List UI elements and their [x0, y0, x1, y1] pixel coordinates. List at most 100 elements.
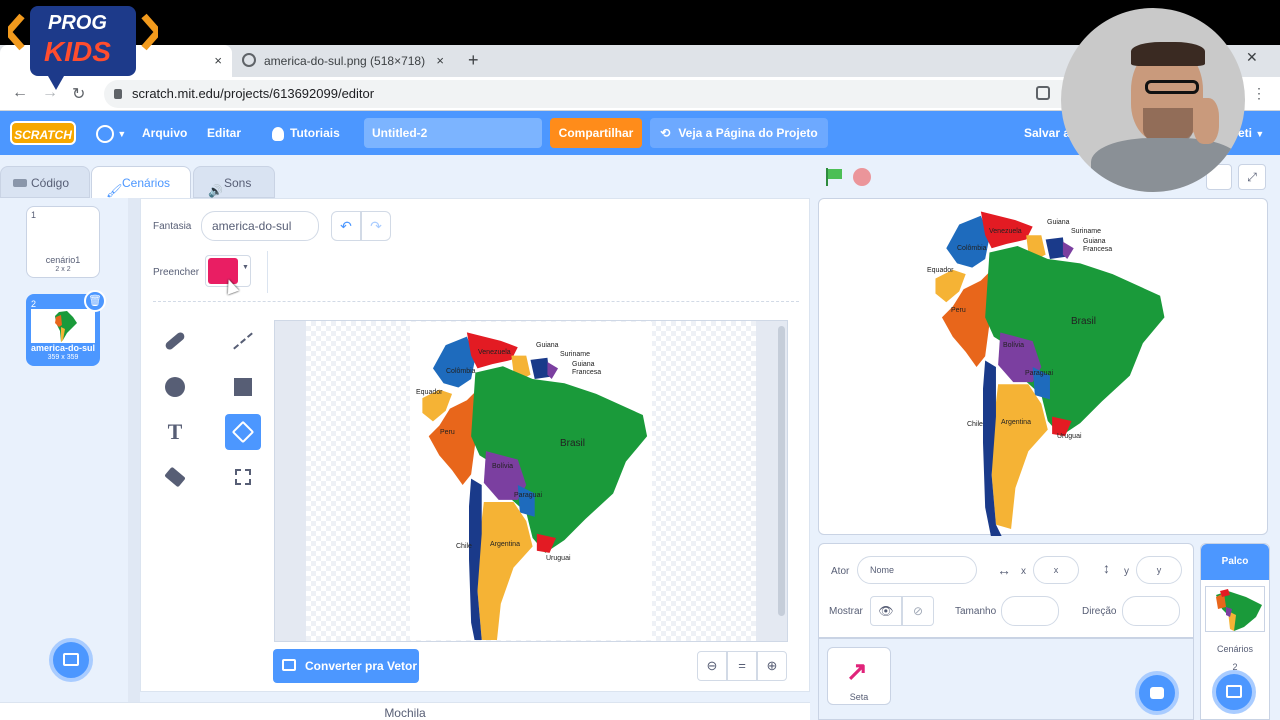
logo-line-1: PROG — [48, 12, 107, 34]
map-label-paraguai: Paraguai — [514, 492, 542, 499]
paint-bucket-icon — [231, 420, 255, 444]
circle-tool[interactable] — [157, 369, 193, 405]
sprite-label: Ator — [831, 566, 850, 577]
brush-tool[interactable] — [157, 323, 193, 359]
zoom-in-button[interactable]: ⊕ — [757, 651, 787, 681]
show-hidden-button[interactable]: ⊘ — [902, 596, 934, 626]
select-icon — [235, 469, 251, 485]
stage-map: Venezuela Colômbia Guiana Suriname Guian… — [927, 211, 1165, 536]
tab-sounds[interactable]: 🔊 Sons — [193, 166, 275, 198]
cat-icon — [1150, 687, 1164, 699]
canvas-scrollbar[interactable] — [778, 326, 785, 616]
size-input[interactable] — [1001, 596, 1059, 626]
rectangle-tool[interactable] — [225, 369, 261, 405]
image-icon — [282, 659, 296, 671]
stage[interactable]: Venezuela Colômbia Guiana Suriname Guian… — [818, 198, 1268, 536]
presenter-glasses — [1145, 80, 1199, 94]
fill-label: Preencher — [153, 267, 200, 278]
eraser-icon — [164, 466, 186, 488]
scratch-logo[interactable]: SCRATCH — [10, 121, 76, 145]
backdrop-thumbnail — [31, 309, 95, 343]
rectangle-icon — [234, 378, 252, 396]
map-label-venezuela: Venezuela — [478, 349, 511, 356]
costume-name-input[interactable]: america-do-sul — [201, 211, 319, 241]
caret-down-icon: ▼ — [242, 264, 249, 271]
window-close-icon[interactable]: ✕ — [1246, 49, 1258, 66]
map-label-uruguai: Uruguai — [546, 555, 571, 562]
map-label-colombia: Colômbia — [446, 368, 476, 375]
add-stage-backdrop-button[interactable] — [1212, 670, 1256, 714]
new-tab-button[interactable]: + — [468, 50, 479, 71]
image-icon — [1226, 685, 1242, 698]
map-label-chile: Chile — [456, 543, 472, 550]
direction-label: Direção — [1082, 606, 1117, 617]
browser-menu-icon[interactable]: ⋮ — [1252, 85, 1266, 102]
green-flag-icon[interactable] — [824, 168, 842, 186]
map-label-bolivia: Bolívia — [492, 463, 513, 470]
chevron-down-icon: ▼ — [1255, 129, 1265, 139]
sprite-info-panel: Ator Nome ↔ x x ↕ y y Mostrar 👁 ⊘ Tamanh… — [818, 543, 1194, 638]
webcam-overlay — [1061, 8, 1245, 192]
eraser-tool[interactable] — [157, 459, 193, 495]
convert-label: Converter pra Vetor — [305, 659, 418, 673]
share-page-icon[interactable] — [1036, 86, 1050, 100]
url-text: scratch.mit.edu/projects/613692099/edito… — [132, 86, 375, 101]
tab-costumes[interactable]: 🖌 Cenários — [91, 166, 191, 198]
stage-label-venezuela: Venezuela — [989, 228, 1022, 235]
text-tool[interactable]: T — [157, 414, 193, 450]
backpack-bar[interactable]: Mochila — [0, 702, 810, 720]
undo-button[interactable]: ↶ — [331, 211, 361, 241]
backdrop-list: 1 cenário1 2 x 2 2 america-do-sul 359 x … — [0, 198, 128, 704]
stage-label-equador: Equador — [927, 267, 954, 274]
stage-label-brasil: Brasil — [1071, 316, 1096, 327]
list-scrollbar[interactable] — [128, 198, 140, 704]
tab-sounds-label: Sons — [224, 176, 252, 190]
vertical-arrows-icon: ↕ — [1103, 560, 1110, 576]
stage-panel-header: Palco — [1201, 544, 1269, 580]
zoom-out-button[interactable]: ⊖ — [697, 651, 727, 681]
presenter-shirt — [1091, 138, 1241, 192]
fill-tool-active[interactable] — [225, 414, 261, 450]
menu-editar[interactable]: Editar — [207, 111, 241, 155]
convert-to-vector-button[interactable]: Converter pra Vetor — [273, 649, 419, 683]
line-tool[interactable] — [225, 323, 261, 359]
costume-name-label: Fantasia — [153, 221, 192, 232]
image-icon — [63, 653, 79, 666]
stage-label-guiana-francesa-1: Guiana — [1083, 238, 1106, 245]
share-button[interactable]: Compartilhar — [550, 118, 642, 148]
see-project-page-button[interactable]: ⟲ Veja a Página do Projeto — [650, 118, 828, 148]
close-tab-icon[interactable]: × — [214, 53, 222, 68]
sprite-name: Seta — [849, 692, 869, 702]
add-sprite-button[interactable] — [1135, 671, 1179, 715]
backdrop-index: 1 — [31, 210, 37, 220]
zoom-reset-button[interactable]: = — [727, 651, 757, 681]
sprite-name-input[interactable]: Nome — [857, 556, 977, 584]
delete-icon[interactable]: 🗑 — [84, 290, 106, 312]
map-image-canvas: Venezuela Colômbia Guiana Suriname Guian… — [410, 322, 652, 657]
y-input[interactable]: y — [1136, 556, 1182, 584]
backdrop-item[interactable]: 1 cenário1 2 x 2 — [26, 206, 100, 278]
select-tool[interactable] — [225, 459, 261, 495]
menu-tutoriais[interactable]: Tutoriais — [272, 111, 340, 155]
x-input[interactable]: x — [1033, 556, 1079, 584]
add-backdrop-button[interactable] — [49, 638, 93, 682]
stage-label-peru: Peru — [951, 307, 966, 314]
stage-label-argentina: Argentina — [1001, 419, 1031, 426]
show-label: Mostrar — [829, 606, 863, 617]
see-project-label: Veja a Página do Projeto — [678, 126, 818, 140]
redo-button[interactable]: ↷ — [361, 211, 391, 241]
close-tab-icon[interactable]: × — [436, 53, 444, 68]
circle-icon — [165, 377, 185, 397]
backdrop-name: cenário1 — [45, 255, 81, 265]
menu-arquivo[interactable]: Arquivo — [142, 111, 187, 155]
tab-code[interactable]: Código — [0, 166, 90, 198]
browser-tab-image[interactable]: america-do-sul.png (518×718) × — [236, 45, 454, 77]
language-menu[interactable]: ▼ — [96, 111, 126, 155]
sprite-item[interactable]: ↗ Seta — [827, 647, 891, 705]
url-field[interactable]: scratch.mit.edu/projects/613692099/edito… — [104, 80, 1104, 108]
direction-input[interactable] — [1122, 596, 1180, 626]
project-title-input[interactable]: Untitled-2 — [364, 118, 542, 148]
fullscreen-icon[interactable]: ⤢ — [1238, 164, 1266, 190]
show-visible-button[interactable]: 👁 — [870, 596, 902, 626]
stop-icon[interactable] — [853, 168, 871, 186]
